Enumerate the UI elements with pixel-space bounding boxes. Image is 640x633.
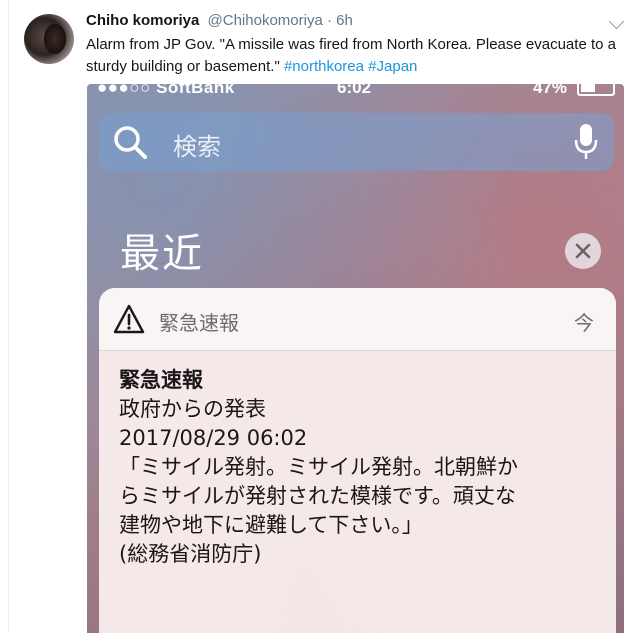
- notification-source: 政府からの発表: [119, 397, 266, 421]
- author-name[interactable]: Chiho komoriya: [86, 12, 199, 29]
- avatar[interactable]: [24, 14, 74, 64]
- tweet-text: Alarm from JP Gov. "A missile was fired …: [86, 34, 621, 78]
- attached-phone-screenshot[interactable]: ●●●○○ SoftBank 6:02 47% 検索 最近 緊急速報 今 緊急速…: [87, 84, 624, 633]
- hashtag-link[interactable]: #northkorea: [284, 58, 364, 75]
- notification-message-line: らミサイルが発射された模様です。頑丈な: [119, 484, 516, 508]
- clear-notifications-button[interactable]: [565, 233, 601, 269]
- battery-icon: [577, 84, 615, 96]
- search-placeholder: 検索: [173, 133, 221, 161]
- author-handle[interactable]: @Chihokomoriya: [208, 12, 323, 29]
- tweet-timestamp[interactable]: · 6h: [323, 12, 353, 29]
- close-icon: [575, 243, 591, 259]
- status-time: 6:02: [337, 84, 372, 97]
- timeline-divider: [8, 0, 9, 633]
- warning-icon: [113, 304, 145, 334]
- battery-percent: 47%: [533, 84, 568, 97]
- section-title-recent: 最近: [120, 231, 204, 277]
- carrier-label: ●●●○○ SoftBank: [97, 84, 235, 97]
- notification-datetime: 2017/08/29 06:02: [119, 426, 308, 450]
- notification-body: 緊急速報 政府からの発表 2017/08/29 06:02 「ミサイル発射。ミサ…: [119, 366, 599, 569]
- status-bar: ●●●○○ SoftBank 6:02 47%: [87, 84, 624, 98]
- tweet-header: Chiho komoriya @Chihokomoriya · 6h: [86, 12, 353, 29]
- hashtag-link[interactable]: #Japan: [368, 58, 417, 75]
- notification-app-label: 緊急速報: [159, 311, 239, 335]
- notification-card[interactable]: 緊急速報 今 緊急速報 政府からの発表 2017/08/29 06:02 「ミサ…: [99, 288, 616, 633]
- search-field[interactable]: 検索: [99, 113, 614, 171]
- notification-header: 緊急速報 今: [99, 288, 616, 351]
- search-icon: [114, 126, 147, 159]
- microphone-icon[interactable]: [574, 123, 598, 161]
- chevron-down-icon[interactable]: [608, 13, 625, 30]
- notification-message-line: 建物や地下に避難して下さい。」: [119, 513, 423, 537]
- notification-title: 緊急速報: [119, 368, 203, 392]
- notification-time: 今: [574, 311, 594, 335]
- notification-agency: (総務省消防庁): [119, 542, 262, 566]
- notification-message-line: 「ミサイル発射。ミサイル発射。北朝鮮か: [119, 455, 518, 479]
